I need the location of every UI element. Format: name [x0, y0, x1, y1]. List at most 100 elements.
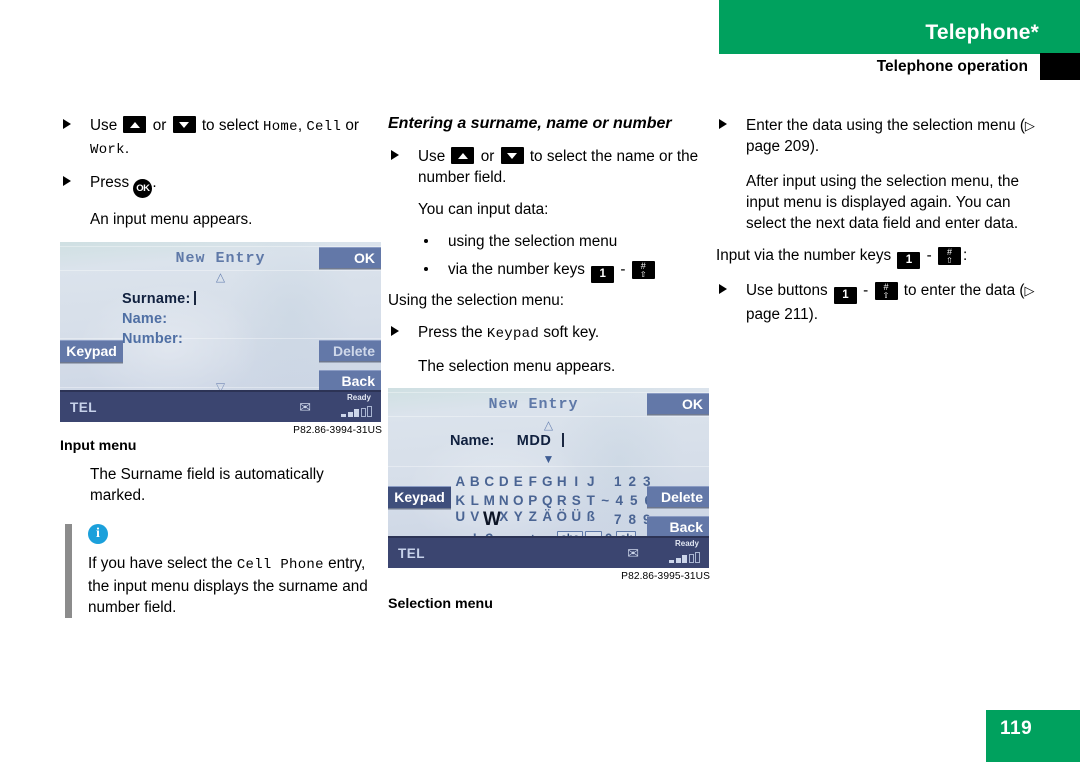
key-J[interactable]: J [585, 474, 598, 489]
key-2[interactable]: 2 [626, 474, 639, 489]
signal-strength-icon [669, 552, 700, 563]
cross-reference-page-211[interactable]: page 211 [746, 306, 809, 323]
bullet-selection-menu: using the selection menu [418, 231, 710, 252]
key-U[interactable]: U [454, 509, 467, 531]
figure-caption-left: Input menu [60, 438, 137, 454]
key-I[interactable]: I [570, 474, 583, 489]
key-O-umlaut[interactable]: Ö [556, 509, 569, 531]
step-select-home-cell-work: Use or to select Home, Cell or Work. [60, 115, 382, 161]
selection-menu-appears-text: The selection menu appears. [418, 358, 616, 375]
key-H[interactable]: H [556, 474, 569, 489]
down-arrow-key-icon [172, 116, 196, 133]
key-L[interactable]: L [469, 493, 482, 508]
step-text-post: soft key. [543, 324, 600, 341]
colon: : [963, 247, 968, 264]
key-tilde[interactable]: ~ [599, 493, 612, 508]
key-1[interactable]: 1 [612, 474, 625, 489]
step-text-pre: Enter the data using the selection menu … [746, 117, 1025, 134]
cross-reference-page-209[interactable]: page 209 [746, 138, 810, 155]
key-E[interactable]: E [512, 474, 525, 489]
key-A-umlaut[interactable]: Ä [541, 509, 554, 531]
key-Q[interactable]: Q [541, 493, 554, 508]
comma: , [297, 117, 303, 134]
screen-rule [388, 466, 709, 467]
key-D[interactable]: D [498, 474, 511, 489]
shift-arrow-glyph: ⇧ [639, 270, 647, 279]
key-G[interactable]: G [541, 474, 554, 489]
key-B[interactable]: B [469, 474, 482, 489]
screen-back-softkey[interactable]: Back [647, 516, 709, 537]
bullet-number-keys: via the number keys 1 - # ⇧ [418, 259, 710, 283]
key-hash-icon: # ⇧ [631, 261, 655, 279]
field-number[interactable]: Number: [122, 329, 196, 349]
key-A[interactable]: A [454, 474, 467, 489]
shift-arrow-glyph: ⇧ [946, 256, 953, 265]
key-S[interactable]: S [570, 493, 583, 508]
key-K[interactable]: K [454, 493, 467, 508]
note-mono-cell-phone: Cell Phone [236, 557, 324, 573]
screen-keypad-softkey[interactable]: Keypad [388, 486, 451, 508]
key-Y[interactable]: Y [512, 509, 525, 531]
cross-reference-arrow-icon: ▷ [1024, 118, 1035, 133]
selection-menu-screenshot: New Entry △ Name: MDD ▼ A B C D E F G H … [388, 388, 709, 568]
key-C[interactable]: C [483, 474, 496, 489]
cross-reference-arrow-icon: ▷ [1024, 283, 1035, 298]
ok-button-icon: OK [133, 179, 153, 198]
key-5[interactable]: 5 [628, 493, 641, 508]
key-R[interactable]: R [556, 493, 569, 508]
field-name-label: Name: [122, 311, 168, 327]
key-F[interactable]: F [527, 474, 540, 489]
screen-rule [388, 416, 709, 417]
step-press-keypad-softkey: Press the Keypad soft key. [388, 322, 710, 345]
keypad-letters-row-2[interactable]: K L M N O P Q R S T ~ [454, 493, 612, 508]
key-P[interactable]: P [527, 493, 540, 508]
key-W-selected[interactable]: W [483, 509, 501, 531]
key-hash-icon: # ⇧ [938, 247, 962, 265]
key-X[interactable]: X [498, 509, 511, 531]
key-7[interactable]: 7 [612, 512, 625, 527]
screen-keypad-softkey[interactable]: Keypad [60, 340, 123, 362]
info-icon: i [88, 524, 108, 544]
manual-page: Telephone* Telephone operation Use or to… [0, 0, 1080, 762]
key-hash-icon: # ⇧ [874, 282, 898, 300]
triangle-bullet-icon [391, 326, 399, 336]
screen-delete-softkey[interactable]: Delete [319, 340, 381, 361]
screen-delete-softkey[interactable]: Delete [647, 486, 709, 507]
dash: - [620, 261, 626, 278]
section-subtitle: Telephone operation [876, 58, 1028, 75]
after-input-paragraph: After input using the selection menu, th… [746, 173, 1019, 232]
screen-ok-softkey[interactable]: OK [647, 393, 709, 414]
using-selection-menu-subhead: Using the selection menu: [388, 292, 565, 309]
figure-code-left: P82.86-3994-31US [293, 425, 382, 436]
keypad-row-1[interactable]: A B C D E F G H I J 1 2 3 [454, 472, 650, 491]
screen-back-softkey[interactable]: Back [319, 370, 381, 391]
key-M[interactable]: M [483, 493, 496, 508]
key-U-umlaut[interactable]: Ü [570, 509, 583, 531]
step-enter-data-selection-menu: Enter the data using the selection menu … [716, 115, 1046, 157]
status-mode-label: TEL [70, 400, 97, 415]
key-T[interactable]: T [585, 493, 598, 508]
screen-ok-softkey[interactable]: OK [319, 247, 381, 268]
key-eszett[interactable]: ß [585, 509, 598, 531]
field-name[interactable]: Name: [122, 309, 196, 329]
key-N[interactable]: N [498, 493, 511, 508]
keypad-row-3[interactable]: U V W X Y Z Ä Ö Ü ß 7 8 9 [454, 509, 650, 531]
option-work: Work [90, 142, 125, 158]
text-caret [194, 291, 197, 305]
softkey-keypad-name: Keypad [486, 326, 540, 342]
key-8[interactable]: 8 [626, 512, 639, 527]
name-field-row[interactable]: Name: MDD [450, 432, 564, 450]
triangle-bullet-icon [719, 119, 727, 129]
keypad-row-2[interactable]: K L M N O P Q R S T ~ 4 5 [454, 491, 652, 510]
screen-rule [60, 338, 381, 339]
bullet-text: via the number keys [448, 261, 585, 278]
key-Z[interactable]: Z [527, 509, 540, 531]
keypad-letters-row-1[interactable]: A B C D E F G H I J [454, 474, 598, 489]
keypad-letters-row-3[interactable]: U V W X Y Z Ä Ö Ü ß [454, 509, 598, 531]
key-4[interactable]: 4 [613, 493, 626, 508]
field-surname[interactable]: Surname: [122, 289, 197, 309]
dash: - [926, 247, 932, 264]
subhead-pre: Input via the number keys [716, 247, 892, 264]
key-V[interactable]: V [469, 509, 482, 531]
key-O[interactable]: O [512, 493, 525, 508]
